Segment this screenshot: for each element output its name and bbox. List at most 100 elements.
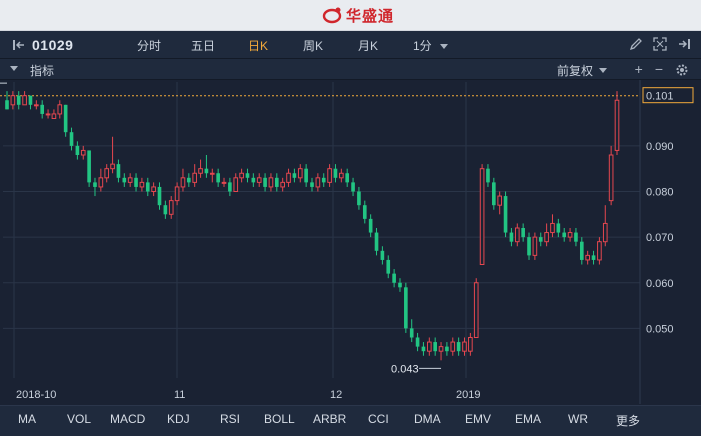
candle-body <box>204 168 209 174</box>
period-tab-weekly[interactable]: 周K <box>303 37 323 54</box>
indicator-tab-0[interactable]: MA <box>18 412 36 426</box>
period-tab-1min[interactable]: 1分 <box>413 37 432 54</box>
chevron-down-icon[interactable] <box>440 44 448 49</box>
candle-body <box>415 337 420 347</box>
draw-pen-icon[interactable] <box>629 37 643 51</box>
candle-body <box>274 177 279 187</box>
candle-body <box>492 182 496 206</box>
candle <box>614 91 620 155</box>
candle-body <box>357 191 361 206</box>
chevron-down-icon <box>599 68 608 73</box>
candle-body <box>351 182 355 192</box>
candle-body <box>445 346 449 352</box>
candle-body <box>57 104 63 115</box>
candle-body <box>22 95 27 106</box>
candle-body <box>404 287 408 329</box>
candle-body <box>251 177 256 183</box>
indicator-tab-7[interactable]: CCI <box>368 412 389 426</box>
candle-body <box>368 218 373 233</box>
candle-body <box>51 113 57 119</box>
candle-body <box>168 200 174 215</box>
candle <box>473 278 479 338</box>
candle-body <box>10 95 16 106</box>
indicator-tab-4[interactable]: RSI <box>220 412 240 426</box>
indicator-tab-6[interactable]: ARBR <box>313 412 346 426</box>
app-logo: 华盛通 <box>322 5 394 25</box>
candle-body <box>339 172 344 179</box>
remove-indicator-icon[interactable]: − <box>655 61 663 77</box>
candle-body <box>456 342 461 352</box>
candle-body <box>550 222 555 234</box>
candle-body <box>228 182 232 192</box>
candle-body <box>468 337 473 352</box>
indicator-tab-3[interactable]: KDJ <box>167 412 190 426</box>
candle-body <box>521 228 525 238</box>
add-indicator-icon[interactable]: + <box>635 61 643 77</box>
chart-toolbar: 01029 分时 五日 日K 周K 月K 1分 <box>0 31 701 59</box>
candle <box>63 104 68 137</box>
candle-body <box>5 100 9 110</box>
candle-body <box>538 237 543 242</box>
candle-body <box>544 232 549 243</box>
adjust-dropdown[interactable]: 前复权 <box>557 62 608 79</box>
candle-body <box>362 205 367 219</box>
candle <box>492 177 496 210</box>
candle-body <box>297 168 303 179</box>
price-tick-label: 0.090 <box>646 141 674 153</box>
period-tab-intraday[interactable]: 分时 <box>137 37 161 54</box>
candle-body <box>310 182 314 187</box>
candle-body <box>263 177 267 187</box>
candle-body <box>280 181 285 188</box>
price-tick-label: 0.070 <box>646 232 674 244</box>
candle-body <box>532 236 538 256</box>
indicator-tab-11[interactable]: WR <box>568 412 588 426</box>
candle-body <box>315 177 321 188</box>
collapse-panel-icon[interactable] <box>12 38 26 52</box>
candle-body <box>69 132 74 146</box>
indicator-tab-5[interactable]: BOLL <box>264 412 295 426</box>
indicator-bar: 指标 前复权 + − <box>0 59 701 80</box>
indicator-tab-9[interactable]: EMV <box>465 412 491 426</box>
candle-body <box>163 205 168 215</box>
time-tick-label: 11 <box>174 389 185 401</box>
indicator-tab-10[interactable]: EMA <box>515 412 541 426</box>
candle-body <box>151 186 156 192</box>
candle-body <box>556 223 561 233</box>
exit-panel-icon[interactable] <box>677 37 691 51</box>
candle-body <box>93 182 97 187</box>
candle-body <box>16 95 21 105</box>
candle-body <box>122 177 127 183</box>
candle-body <box>574 232 578 242</box>
candle-body <box>221 181 227 184</box>
candle-body <box>180 177 186 188</box>
indicator-tab-2[interactable]: MACD <box>110 412 145 426</box>
candle-body <box>479 168 485 265</box>
settings-gear-icon[interactable] <box>675 63 689 77</box>
indicator-tab-12[interactable]: 更多 <box>616 412 640 429</box>
candle-body <box>256 177 262 183</box>
price-tick-label: 0.101 <box>646 91 674 103</box>
indicator-tab-8[interactable]: DMA <box>414 412 441 426</box>
indicator-label[interactable]: 指标 <box>30 62 54 79</box>
candle-body <box>157 186 162 206</box>
candle-body <box>509 232 514 242</box>
period-tab-5day[interactable]: 五日 <box>191 37 215 54</box>
time-tick-label: 12 <box>330 389 342 401</box>
period-tab-monthly[interactable]: 月K <box>358 37 378 54</box>
candle-body <box>514 227 520 243</box>
candle-body <box>174 186 180 202</box>
candle-body <box>139 181 145 188</box>
candle-body <box>597 241 602 261</box>
candle-body <box>602 222 608 243</box>
candle-body <box>421 346 426 352</box>
candle-body <box>104 168 110 179</box>
indicator-tab-1[interactable]: VOL <box>67 412 91 426</box>
indicator-caret-icon[interactable] <box>10 66 18 71</box>
period-tab-daily[interactable]: 日K <box>248 37 268 54</box>
candle <box>87 150 91 187</box>
candle-body <box>333 168 338 178</box>
candle <box>479 164 485 265</box>
candle-body <box>98 177 104 188</box>
fullscreen-icon[interactable] <box>653 37 667 51</box>
candle-body <box>134 177 138 187</box>
